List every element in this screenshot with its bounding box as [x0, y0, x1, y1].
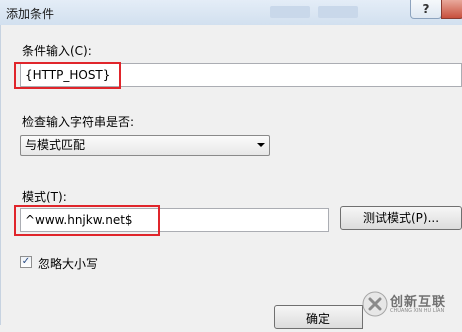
ok-button[interactable]: 确定: [274, 305, 362, 329]
pattern-label: 模式(T):: [22, 190, 67, 204]
brand-logo-icon: [362, 291, 388, 317]
check-input-label: 检查输入字符串是否:: [22, 115, 135, 129]
pattern-input-highlight: [14, 205, 160, 236]
condition-input-highlight: [14, 62, 121, 89]
help-button[interactable]: ?: [410, 0, 442, 19]
watermark-logo: 创新互联 CHUANG XIN HU LIAN: [362, 287, 462, 321]
watermark-subtext: CHUANG XIN HU LIAN: [390, 308, 445, 314]
match-type-select[interactable]: 与模式匹配: [20, 135, 270, 156]
test-pattern-button[interactable]: 测试模式(P)...: [340, 206, 462, 230]
condition-input-label: 条件输入(C):: [22, 44, 92, 58]
match-type-value: 与模式匹配: [25, 138, 86, 152]
title-bar: 添加条件 ?: [0, 0, 462, 25]
background-window-tab: [318, 6, 358, 18]
close-button[interactable]: [441, 0, 462, 19]
window-title: 添加条件: [6, 7, 55, 21]
ignore-case-label: 忽略大小写: [38, 257, 99, 271]
ignore-case-checkbox[interactable]: ✓: [20, 256, 32, 268]
chevron-down-icon: [257, 143, 265, 147]
background-window-tab: [270, 6, 310, 18]
